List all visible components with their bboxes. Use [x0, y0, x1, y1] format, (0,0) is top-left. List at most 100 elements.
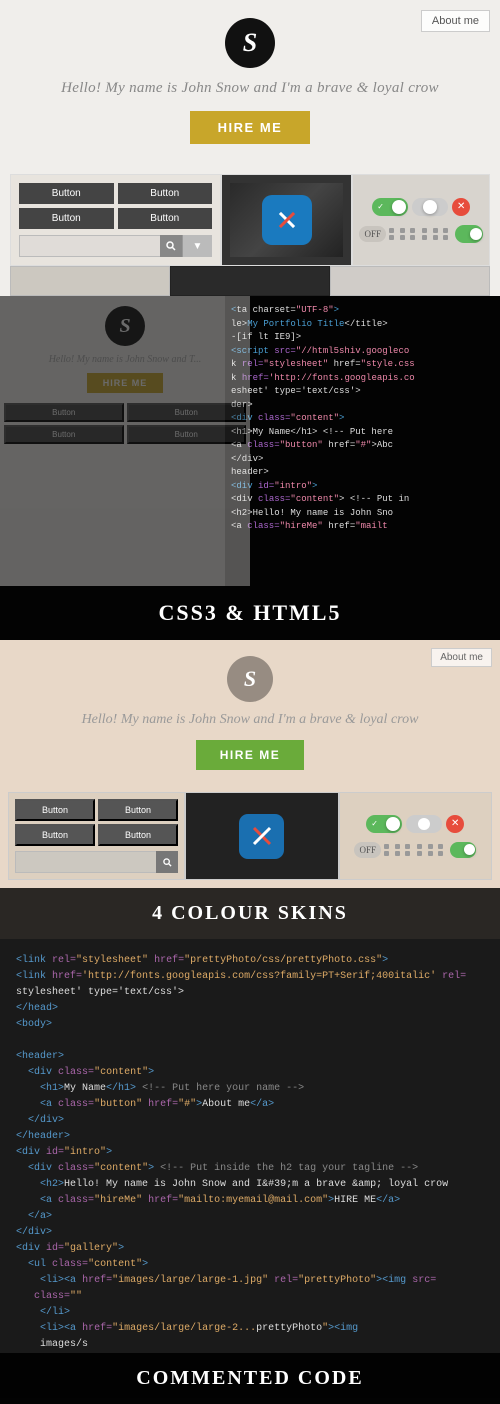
- code-line: <div class="content"> <!-- Put in: [231, 493, 494, 507]
- css3-html5-section: S Hello! My name is John Snow and T... H…: [0, 296, 500, 640]
- ipad-preview-cell: [221, 174, 352, 266]
- code-line: <a class="button" href="#">About me</a>: [16, 1097, 484, 1113]
- toggle-knob-3: [470, 228, 482, 240]
- code-line: le>My Portfolio Title</title>: [231, 318, 494, 332]
- search-input[interactable]: [19, 235, 160, 257]
- skins-toggle-on-small[interactable]: [450, 842, 476, 858]
- faded-btn-3: Button: [4, 425, 124, 444]
- demo-button-3[interactable]: Button: [19, 208, 114, 229]
- logo-letter: S: [243, 28, 257, 58]
- demo-button-2[interactable]: Button: [118, 183, 213, 204]
- code-line: [16, 1033, 484, 1049]
- code-line: <a class="button" href="#">Abc: [231, 439, 494, 453]
- buttons-preview-cell: Button Button Button Button ▼: [10, 174, 221, 266]
- code-overlay: <ta charset="UTF-8"> le>My Portfolio Tit…: [225, 296, 500, 586]
- ipad-image: [230, 183, 343, 257]
- toggle-knob: [392, 200, 406, 214]
- dot: [395, 844, 400, 849]
- dot: [410, 228, 415, 233]
- code-line: images/s: [16, 1337, 484, 1353]
- skins-hire-me-button[interactable]: HIRE ME: [196, 740, 305, 770]
- code-line: <div id="gallery">: [16, 1241, 484, 1257]
- hero-tagline: Hello! My name is John Snow and I'm a br…: [0, 80, 500, 97]
- code-line: <link href='http://fonts.googleapis.com/…: [16, 969, 484, 985]
- code-line: <div id="intro">: [231, 480, 494, 494]
- skins-btn-3[interactable]: Button: [15, 824, 95, 846]
- code-line: esheet' type='text/css'>: [231, 385, 494, 399]
- search-icon-button[interactable]: [160, 235, 182, 257]
- dot: [384, 851, 389, 856]
- demo-button-1[interactable]: Button: [19, 183, 114, 204]
- grid-dots-2: [422, 228, 452, 240]
- dot: [405, 851, 410, 856]
- ipad-icon-cross: [250, 824, 274, 848]
- code-line: <link rel="stylesheet" href="prettyPhoto…: [16, 953, 484, 969]
- preview-row-2-partial: [0, 266, 500, 296]
- skins-toggle-off-label: OFF: [354, 842, 381, 858]
- toggle-on-switch[interactable]: ✓: [372, 198, 408, 216]
- logo: S: [225, 18, 275, 68]
- preview-partial-3: [330, 266, 490, 296]
- dot: [417, 844, 422, 849]
- faded-hero: S Hello! My name is John Snow and T... H…: [0, 296, 250, 399]
- dot: [389, 228, 394, 233]
- code-line: k rel="stylesheet" href="style.css: [231, 358, 494, 372]
- code-line: -[if lt IE9]>: [231, 331, 494, 345]
- grid-dots: [389, 228, 419, 240]
- skins-logo-letter: S: [244, 666, 256, 692]
- skins-about-me-button[interactable]: About me: [431, 648, 492, 667]
- search-icon: [163, 858, 172, 867]
- code-line: </li>: [16, 1305, 484, 1321]
- dot: [422, 228, 427, 233]
- dot: [438, 851, 443, 856]
- dot: [438, 844, 443, 849]
- feature-label: CSS3 & HTML5: [159, 600, 342, 625]
- dot: [384, 844, 389, 849]
- css3-html5-label-bar: CSS3 & HTML5: [0, 586, 500, 640]
- code-line: </header>: [16, 1129, 484, 1145]
- toggle-on-small[interactable]: [455, 225, 483, 243]
- code-line: <ul class="content">: [16, 1257, 484, 1273]
- skins-grid-dots-1: [384, 844, 414, 856]
- dot: [395, 851, 400, 856]
- dot: [410, 235, 415, 240]
- skins-buttons-cell: Button Button Button Button: [8, 792, 185, 880]
- dot: [405, 844, 410, 849]
- faded-logo-letter: S: [119, 315, 130, 338]
- code-line: </div>: [16, 1113, 484, 1129]
- hire-me-button[interactable]: HIRE ME: [190, 111, 311, 144]
- skins-toggle-bottom: OFF: [354, 842, 476, 858]
- colour-skins-label: 4 COLOUR SKINS: [152, 902, 348, 924]
- commented-code-label-bar: COMMENTED CODE: [0, 1353, 500, 1404]
- skins-btn-1[interactable]: Button: [15, 799, 95, 821]
- dark-inner: S Hello! My name is John Snow and T... H…: [0, 296, 500, 586]
- search-icon: [166, 241, 176, 251]
- code-line: der>: [231, 399, 494, 413]
- skins-toggle-cell: ✓ ✕ OFF: [339, 792, 493, 880]
- toggle-row-1: ✓ ✕: [372, 198, 470, 216]
- skins-close-icon: ✕: [451, 818, 459, 829]
- skins-hero: S Hello! My name is John Snow and I'm a …: [0, 640, 500, 784]
- skins-toggle-x[interactable]: ✕: [446, 815, 464, 833]
- code-line: stylesheet' type='text/css'>: [16, 985, 484, 1001]
- code-line: <header>: [16, 1049, 484, 1065]
- skins-search-icon-btn[interactable]: [156, 851, 178, 873]
- skins-btn-2[interactable]: Button: [98, 799, 178, 821]
- toggle-neutral-switch[interactable]: [412, 198, 448, 216]
- skins-toggle-on[interactable]: ✓: [366, 815, 402, 833]
- dot: [428, 851, 433, 856]
- about-me-button[interactable]: About me: [421, 10, 490, 32]
- dot: [443, 235, 448, 240]
- skins-btn-group: Button Button Button Button: [15, 799, 178, 846]
- faded-hire-btn: HIRE ME: [87, 373, 164, 393]
- skins-toggle-neutral[interactable]: [406, 815, 442, 833]
- code-line: <ta charset="UTF-8">: [231, 304, 494, 318]
- commented-code-label: COMMENTED CODE: [136, 1367, 363, 1389]
- faded-btn-2: Button: [127, 403, 247, 422]
- code-line: <div id="intro">: [16, 1145, 484, 1161]
- skins-btn-4[interactable]: Button: [98, 824, 178, 846]
- search-more-button[interactable]: ▼: [182, 235, 212, 257]
- toggle-off-x-button[interactable]: ✕: [452, 198, 470, 216]
- skins-search-input[interactable]: [15, 851, 156, 873]
- demo-button-4[interactable]: Button: [118, 208, 213, 229]
